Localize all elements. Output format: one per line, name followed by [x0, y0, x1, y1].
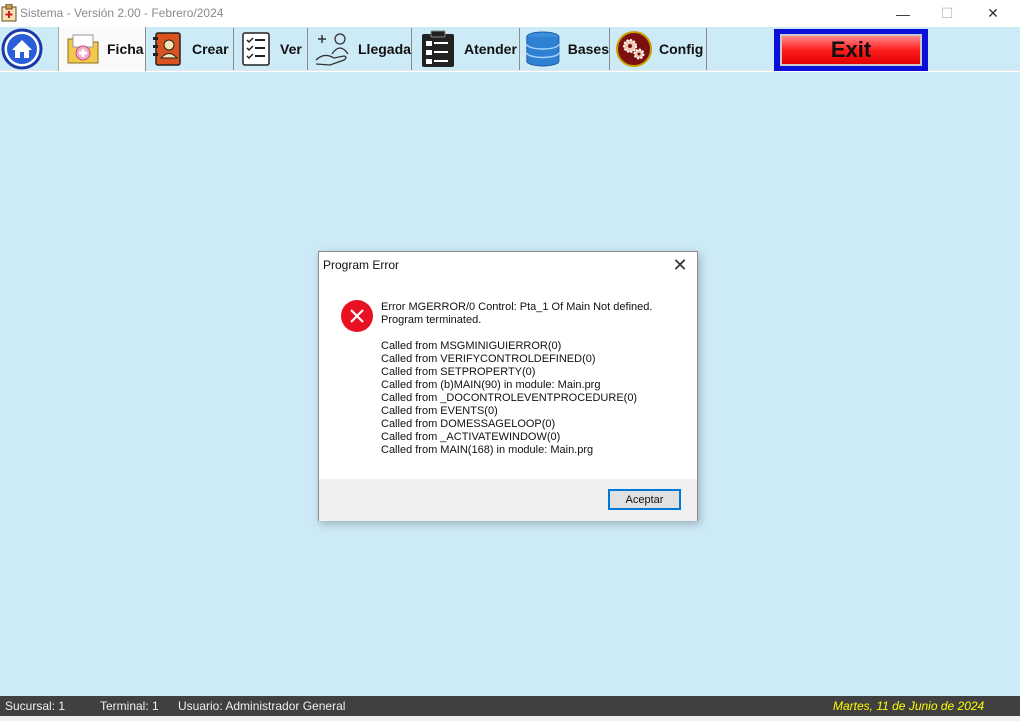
toolbar-ficha-label: Ficha: [107, 41, 144, 57]
call-stack-line: Called from MSGMINIGUIERROR(0): [381, 340, 562, 352]
call-stack-line: Called from DOMESSAGELOOP(0): [381, 418, 556, 430]
toolbar-atender-label: Atender: [464, 41, 517, 57]
toolbar-ver-label: Ver: [280, 41, 302, 57]
maximize-button[interactable]: ☐: [924, 0, 970, 27]
toolbar-config-label: Config: [659, 41, 704, 57]
toolbar-ficha-button[interactable]: Ficha: [58, 27, 146, 71]
call-stack-line: Called from SETPROPERTY(0): [381, 366, 536, 378]
error-line-1: Error MGERROR/0 Control: Pta_1 Of Main N…: [381, 301, 653, 313]
app-icon: [1, 4, 17, 22]
toolbar-config-button[interactable]: Config: [610, 28, 707, 70]
patient-arrival-icon: [315, 33, 349, 66]
medical-folder-icon: [67, 34, 99, 64]
address-book-icon: [153, 32, 181, 66]
status-bar: Sucursal: 1 Terminal: 1 Usuario: Adminis…: [0, 696, 1020, 716]
toolbar-bases-button[interactable]: Bases: [520, 28, 610, 70]
dialog-footer: Aceptar: [319, 479, 697, 521]
title-bar: Sistema - Versión 2.00 - Febrero/2024 — …: [0, 0, 1020, 27]
database-icon: [526, 31, 560, 67]
clipboard-icon: [422, 30, 454, 67]
window-bottom-border: [0, 716, 1020, 721]
toolbar-llegada-label: Llegada: [358, 41, 411, 57]
accept-button[interactable]: Aceptar: [608, 489, 681, 510]
toolbar-llegada-button[interactable]: Llegada: [308, 28, 412, 70]
dialog-close-button[interactable]: ✕: [669, 254, 691, 276]
call-stack-line: Called from _ACTIVATEWINDOW(0): [381, 431, 561, 443]
toolbar-crear-label: Crear: [192, 41, 229, 57]
error-icon: [341, 300, 373, 332]
gears-icon: [616, 31, 652, 67]
exit-button-label: Exit: [780, 34, 922, 66]
toolbar-crear-button[interactable]: Crear: [146, 28, 234, 70]
toolbar-bases-label: Bases: [567, 41, 609, 57]
status-date: Martes, 11 de Junio de 2024: [833, 699, 985, 713]
call-stack-line: Called from VERIFYCONTROLDEFINED(0): [381, 353, 596, 365]
status-sucursal: Sucursal: 1: [5, 699, 66, 713]
dialog-title: Program Error: [323, 258, 400, 272]
close-window-button[interactable]: ✕: [970, 0, 1016, 27]
call-stack-line: Called from (b)MAIN(90) in module: Main.…: [381, 379, 601, 391]
error-message: Error MGERROR/0 Control: Pta_1 Of Main N…: [381, 301, 691, 457]
home-icon: [1, 28, 43, 70]
toolbar-ver-button[interactable]: Ver: [234, 28, 308, 70]
toolbar-home-button[interactable]: [0, 28, 58, 70]
window-title: Sistema - Versión 2.00 - Febrero/2024: [20, 6, 224, 20]
toolbar-atender-button[interactable]: Atender: [412, 28, 520, 70]
error-line-2: Program terminated.: [381, 314, 482, 326]
call-stack-line: Called from EVENTS(0): [381, 405, 498, 417]
minimize-button[interactable]: —: [880, 0, 926, 27]
status-usuario: Usuario: Administrador General: [178, 699, 346, 713]
program-error-dialog: Program Error ✕ Error MGERROR/0 Control:…: [318, 251, 698, 521]
call-stack-line: Called from MAIN(168) in module: Main.pr…: [381, 444, 594, 456]
checklist-icon: [242, 32, 270, 66]
call-stack-line: Called from _DOCONTROLEVENTPROCEDURE(0): [381, 392, 638, 404]
status-terminal: Terminal: 1: [100, 699, 159, 713]
exit-button[interactable]: Exit: [774, 29, 928, 71]
